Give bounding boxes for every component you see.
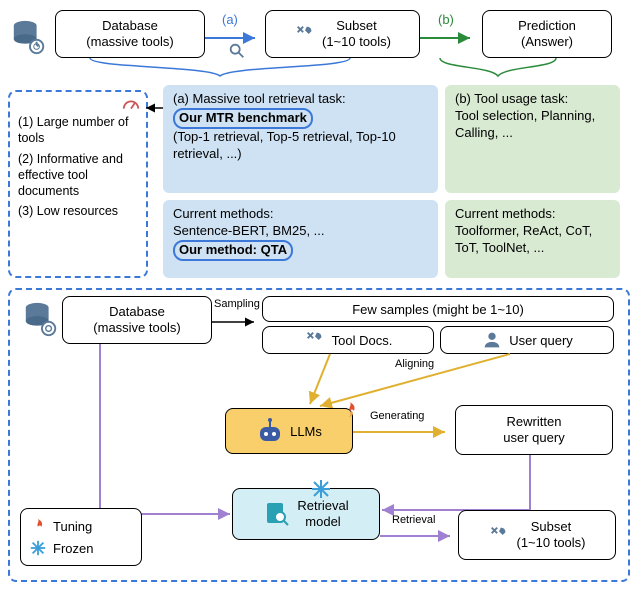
req-3: (3) Low resources <box>18 203 138 219</box>
few-samples-box: Few samples (might be 1~10) <box>262 296 614 322</box>
fire-icon-llm <box>340 400 360 420</box>
panel-b-methods-label: Current methods: <box>455 206 610 223</box>
database-icon-flow <box>22 300 60 338</box>
aligning-label: Aligning <box>395 358 434 370</box>
panel-b-methods: Current methods: Toolformer, ReAct, CoT,… <box>445 200 620 278</box>
rewritten-l1: Rewritten <box>507 414 562 430</box>
panel-a-methods: Current methods: Sentence-BERT, BM25, ..… <box>163 200 438 278</box>
panel-b-task: (b) Tool usage task: Tool selection, Pla… <box>445 85 620 193</box>
search-doc-icon <box>263 500 291 528</box>
panel-b-heading: (b) Tool usage task: <box>455 91 610 108</box>
panel-b-detail: Tool selection, Planning, Calling, ... <box>455 108 610 142</box>
top-subset-box: Subset (1~10 tools) <box>265 10 420 58</box>
tools-icon <box>294 23 316 45</box>
top-database-title: Database <box>102 18 158 34</box>
retrieval-l1: Retrieval <box>297 498 348 514</box>
top-database-box: Database (massive tools) <box>55 10 205 58</box>
tool-docs-text: Tool Docs. <box>332 333 393 348</box>
user-query-text: User query <box>509 333 573 348</box>
legend-tuning: Tuning <box>53 519 92 534</box>
panel-b-methods-list: Toolformer, ReAct, CoT, ToT, ToolNet, ..… <box>455 223 610 257</box>
top-prediction-title: Prediction <box>518 18 576 34</box>
rewritten-box: Rewritten user query <box>455 405 613 455</box>
top-subset-sub: (1~10 tools) <box>322 34 391 50</box>
flow-subset-box: Subset (1~10 tools) <box>458 510 616 560</box>
gauge-icon <box>122 96 140 114</box>
flow-database-box: Database (massive tools) <box>62 296 212 344</box>
rewritten-l2: user query <box>503 430 564 446</box>
arrow-b-label: (b) <box>438 12 454 27</box>
arrow-retrieval <box>380 528 458 544</box>
snowflake-icon <box>29 539 47 557</box>
panel-a-ourbench: Our MTR benchmark <box>173 108 313 129</box>
top-subset-title: Subset <box>322 18 391 34</box>
panel-a-task: (a) Massive tool retrieval task: Our MTR… <box>163 85 438 193</box>
flow-database-title: Database <box>109 304 165 320</box>
arrow-sampling <box>212 314 262 330</box>
user-query-box: User query <box>440 326 614 354</box>
few-samples-text: Few samples (might be 1~10) <box>352 302 524 317</box>
panel-a-detail: (Top-1 retrieval, Top-5 retrieval, Top-1… <box>173 129 428 163</box>
legend-frozen: Frozen <box>53 541 93 556</box>
flow-subset-title: Subset <box>516 519 585 535</box>
retrieval-model-box: Retrieval model <box>232 488 380 540</box>
arrow-generating <box>353 424 453 440</box>
top-database-sub: (massive tools) <box>86 34 173 50</box>
brace-green <box>440 58 560 86</box>
panel-a-methods-list: Sentence-BERT, BM25, ... <box>173 223 428 240</box>
top-prediction-box: Prediction (Answer) <box>482 10 612 58</box>
brace-blue <box>90 58 360 86</box>
fire-icon <box>29 517 47 535</box>
flow-database-sub: (massive tools) <box>93 320 180 336</box>
snowflake-icon-retrieval <box>310 478 332 500</box>
legend-box: Tuning Frozen <box>20 508 142 566</box>
retrieval-l2: model <box>297 514 348 530</box>
flow-subset-sub: (1~10 tools) <box>516 535 585 551</box>
req-2: (2) Informative and effective tool docum… <box>18 151 138 200</box>
requirements-box: (1) Large number of tools (2) Informativ… <box>8 90 148 278</box>
user-icon <box>481 329 503 351</box>
req-1: (1) Large number of tools <box>18 114 138 147</box>
tools-icon-subset <box>488 524 510 546</box>
database-icon <box>10 18 48 56</box>
panel-a-methods-label: Current methods: <box>173 206 428 223</box>
panel-a-heading: (a) Massive tool retrieval task: <box>173 91 428 108</box>
panel-a-ourmethod: Our method: QTA <box>173 240 293 261</box>
arrow-b <box>420 28 480 48</box>
top-prediction-sub: (Answer) <box>521 34 573 50</box>
retrieval-label: Retrieval <box>392 514 435 526</box>
generating-label: Generating <box>370 410 424 422</box>
arrow-a-label: (a) <box>222 12 238 27</box>
sampling-label: Sampling <box>214 298 260 310</box>
